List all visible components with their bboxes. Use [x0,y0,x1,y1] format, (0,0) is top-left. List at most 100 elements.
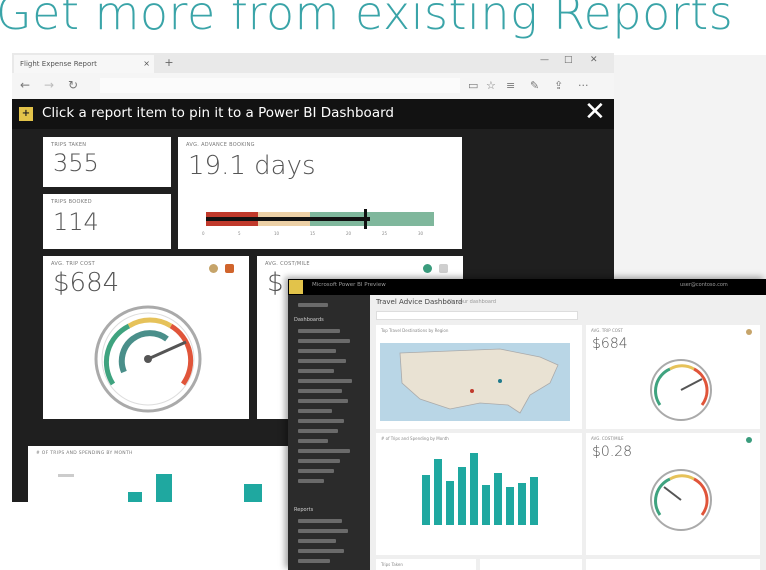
power-bi-logo-icon [289,280,303,294]
more-icon[interactable]: ··· [578,79,589,92]
bullet-target-marker [364,209,367,229]
favorite-star-icon[interactable]: ☆ [486,79,496,92]
tab-bar: Flight Expense Report × + — □ ✕ [12,53,614,73]
tab-close-icon[interactable]: × [143,55,150,73]
url-input[interactable] [100,78,460,93]
tile-label: TRIPS TAKEN [51,142,87,148]
window-close-icon[interactable]: ✕ [590,55,598,65]
nav-item[interactable] [298,399,348,403]
tile-pin-icon[interactable] [746,437,752,443]
nav-item[interactable] [298,459,340,463]
pbi-topbar: Microsoft Power BI Preview user@contoso.… [288,279,766,295]
tile-label: TRIPS BOOKED [51,199,92,205]
nav-item[interactable] [298,419,344,423]
bullet-tick: 25 [382,231,388,236]
tile-pin-icon[interactable] [225,264,234,273]
nav-search[interactable] [298,303,328,307]
bullet-tick: 5 [238,231,241,236]
minimize-icon[interactable]: — [540,55,549,65]
nav-item[interactable] [298,519,342,523]
maximize-icon[interactable]: □ [564,55,573,65]
nav-item[interactable] [298,409,332,413]
nav-item[interactable] [298,549,344,553]
pbi-tile-map[interactable]: Top Travel Destinations by Region [376,325,582,429]
tile-value: $684 [53,268,120,298]
tile-settings-icon[interactable] [209,264,218,273]
nav-item[interactable] [298,339,350,343]
tile-label: AVG. TRIP COST [591,328,623,333]
gauge-chart [650,359,712,421]
bullet-tick: 20 [346,231,352,236]
notes-icon[interactable]: ✎ [530,79,539,92]
nav-section-dashboards[interactable]: Dashboards [294,317,324,323]
gauge-chart [94,305,202,413]
bullet-tick: 0 [202,231,205,236]
tile-value: 114 [53,208,99,236]
tile-label: AVG. COST/MILE [591,436,624,441]
nav-item[interactable] [298,389,342,393]
pbi-user[interactable]: user@contoso.com [680,282,728,288]
tab-label: Flight Expense Report [20,60,97,68]
nav-item[interactable] [298,559,330,563]
pbi-nav-pane: Dashboards Reports [288,295,370,570]
tile-value: 19.1 days [188,151,316,181]
nav-item[interactable] [298,469,334,473]
nav-item[interactable] [298,479,324,483]
nav-item[interactable] [298,379,352,383]
tile-value: $684 [592,336,628,352]
nav-item[interactable] [298,429,338,433]
tile-value: $ [267,268,284,298]
refresh-icon[interactable]: ↻ [68,78,78,92]
gauge-chart [650,469,712,531]
address-bar: ← → ↻ ▭ ☆ ≡ ✎ ⇪ ··· [12,73,614,100]
nav-item[interactable] [298,349,336,353]
tile-label: Top Travel Destinations by Region [381,328,449,333]
nav-item[interactable] [298,439,328,443]
nav-item[interactable] [298,539,336,543]
tile-trips-taken[interactable]: TRIPS TAKEN 355 [43,137,171,187]
tile-label: AVG. COST/MILE [265,261,310,267]
nav-item[interactable] [298,529,348,533]
nav-item[interactable] [298,449,350,453]
close-icon[interactable]: ✕ [584,97,606,127]
bullet-tick: 15 [310,231,316,236]
qna-input[interactable] [376,311,578,320]
tile-label: # of Trips and Spending by Month [381,436,449,441]
tile-value: 355 [53,149,99,177]
pbi-tile-cost-mile[interactable]: AVG. COST/MILE $0.28 [586,433,760,555]
tile-pin-icon[interactable] [746,329,752,335]
tile-value: $0.28 [592,444,633,460]
pbi-tile-column-chart[interactable]: # of Trips and Spending by Month [376,433,582,555]
bullet-axis: 0 5 10 15 20 25 30 [202,231,442,239]
pbi-tile-trip-cost[interactable]: AVG. TRIP COST $684 [586,325,760,429]
tile-trips-booked[interactable]: TRIPS BOOKED 114 [43,194,171,249]
back-arrow-icon[interactable]: ← [20,78,30,92]
new-tab-button[interactable]: + [160,55,178,71]
pin-banner-text: Click a report item to pin it to a Power… [42,105,394,121]
nav-item[interactable] [298,359,346,363]
tile-settings-icon[interactable] [423,264,432,273]
browser-tab[interactable]: Flight Expense Report × [14,55,154,73]
pin-icon: + [19,107,33,121]
nav-item[interactable] [298,369,334,373]
bullet-value-bar [206,217,370,221]
nav-item[interactable] [298,329,340,333]
forward-arrow-icon[interactable]: → [44,78,54,92]
tile-trips-by-month[interactable]: # OF TRIPS AND SPENDING BY MONTH [28,446,308,502]
pbi-tile-bottom-2[interactable] [480,559,582,570]
nav-section-reports[interactable]: Reports [294,507,313,513]
tile-label: AVG. TRIP COST [51,261,96,267]
pbi-tile-bottom-3[interactable] [586,559,760,570]
power-bi-window: Microsoft Power BI Preview user@contoso.… [288,279,766,570]
pbi-tile-bottom-1[interactable]: Trips Taken [376,559,476,570]
share-icon[interactable]: ⇪ [554,79,563,92]
page-headline: Get more from existing Reports [0,0,734,40]
bullet-tick: 10 [274,231,280,236]
bullet-tick: 30 [418,231,424,236]
tile-pin-icon[interactable] [439,264,448,273]
reading-view-icon[interactable]: ▭ [468,79,478,92]
hub-icon[interactable]: ≡ [506,79,515,92]
pin-banner: + Click a report item to pin it to a Pow… [12,97,614,129]
tile-avg-trip-cost[interactable]: AVG. TRIP COST $684 [43,256,249,419]
tile-label: Trips Taken [381,562,403,567]
